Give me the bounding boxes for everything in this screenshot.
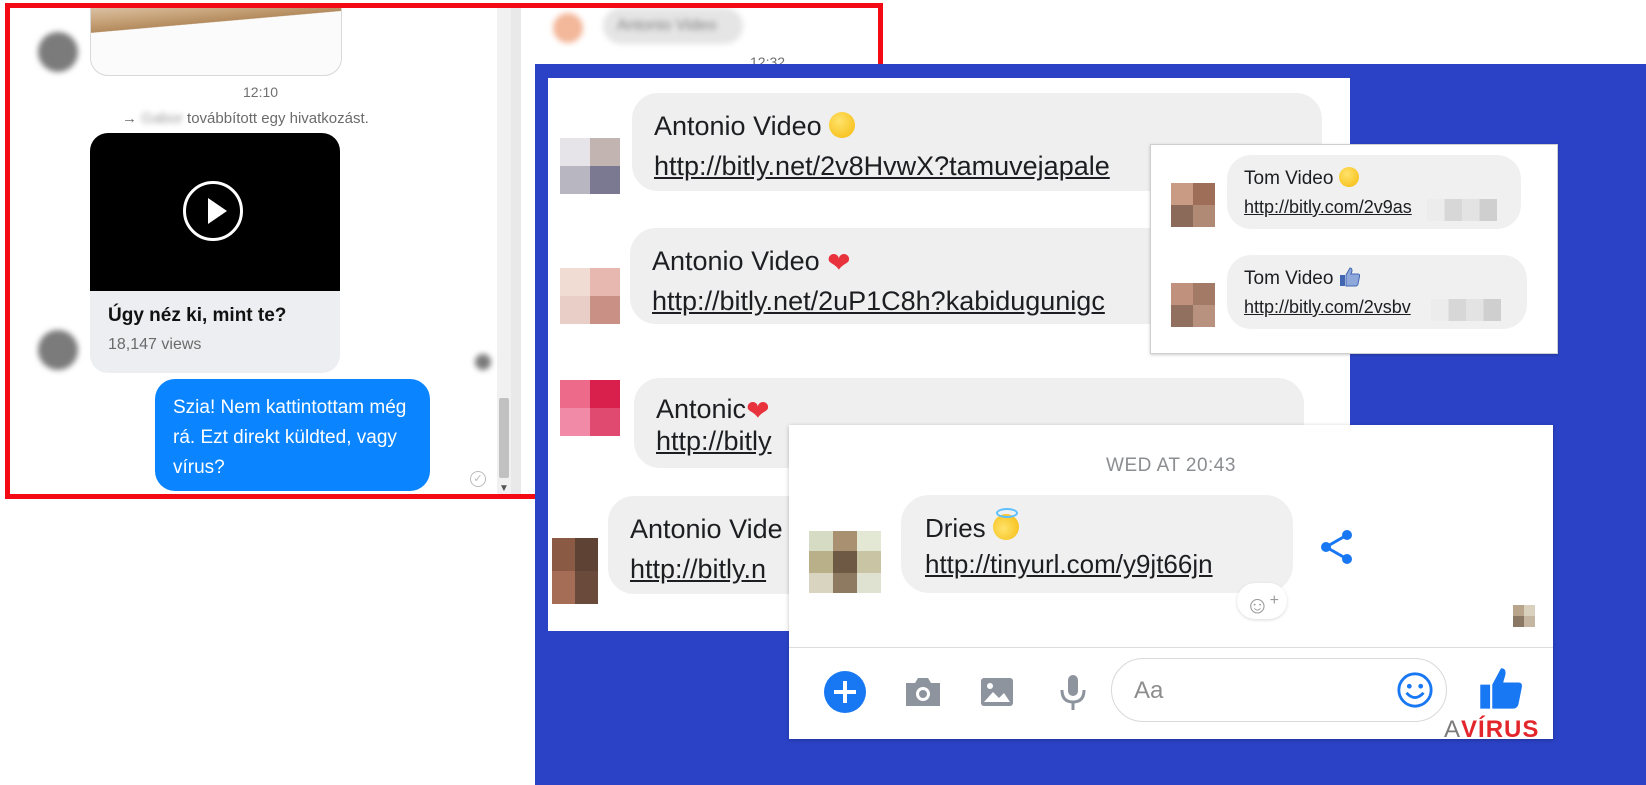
like-thumbs-up-icon[interactable] [1477,665,1525,713]
shared-image-card[interactable] [90,8,342,76]
message-link[interactable]: http://bitly.net/2uP1C8h?kabidugunigc [652,286,1105,317]
sender-avatar-1 [560,138,620,194]
video-views: 18,147 views [108,336,202,353]
smile-icon [829,112,856,138]
emoji-icon[interactable] [1396,671,1434,709]
censored-pixels [1431,299,1501,321]
tom-chat-panel: Tom Video http://bitly.com/2v9as Tom Vid… [1150,144,1558,354]
forward-arrow-icon: → [122,110,137,127]
camera-icon[interactable] [901,670,945,714]
plus-icon[interactable] [823,670,867,714]
contact-avatar-video [38,330,78,370]
tom-avatar-1 [1171,183,1215,227]
video-link-card[interactable]: Úgy néz ki, mint te? 18,147 views [90,133,340,373]
image-icon[interactable] [975,670,1019,714]
message-link[interactable]: http://tinyurl.com/y9jt66jn [925,549,1213,580]
scrollbar[interactable]: ▼ [497,8,511,494]
sender-avatar-4 [552,538,598,604]
sender-name: Dries [925,513,986,543]
right-pane-avatar [553,13,583,43]
scrollbar-thumb[interactable] [499,398,509,478]
message-link[interactable]: http://bitly.com/2v9as [1244,197,1412,218]
message-input-field[interactable] [1132,673,1376,709]
smile-icon [1338,167,1359,187]
tom-avatar-2 [1171,283,1215,327]
right-pane-blurred-message: Antonio Video [603,8,743,44]
video-title: Úgy néz ki, mint te? [108,305,287,326]
sender-name: Antonio Video [652,246,820,276]
avirus-watermark-logo: AVÍRUS [1444,716,1540,743]
sender-name: Tom Video [1244,168,1334,189]
outgoing-message: Szia! Nem kattintottam még rá. Ezt direk… [155,379,430,491]
composer-divider [789,647,1553,648]
message-link[interactable]: http://bitly.n [630,554,766,585]
message-link[interactable]: http://bitly [656,426,772,457]
wood-image [91,8,341,39]
delivered-check-icon: ✓ [470,471,486,487]
heart-icon: ❤ [746,395,770,426]
message-input[interactable] [1111,658,1447,722]
forward-notice: → Gabor továbbított egy hivatkozást. [122,110,369,127]
message-link[interactable]: http://bitly.net/2v8HvwX?tamuvejapale [654,151,1110,182]
seen-avatar [475,354,491,370]
heart-icon: ❤ [827,247,851,278]
forward-text: továbbított egy hivatkozást. [187,110,369,127]
dries-chat-panel: WED AT 20:43 Dries http://tinyurl.com/y9… [789,425,1553,739]
tom-message-bubble-2[interactable]: Tom Video http://bitly.com/2vsbv [1227,255,1527,329]
add-reaction-icon[interactable]: ☺+ [1237,583,1287,619]
sender-name: Tom Video [1244,268,1334,289]
contact-avatar-top [38,32,78,72]
date-separator: WED AT 20:43 [1106,455,1236,476]
dries-message-bubble[interactable]: Dries http://tinyurl.com/y9jt66jn [901,495,1293,593]
censored-pixels [1427,199,1497,221]
sender-name: Antonic [656,394,747,424]
timestamp: 12:10 [243,84,279,100]
play-icon[interactable] [183,181,243,241]
pane-divider [511,8,521,494]
microphone-icon[interactable] [1051,670,1095,714]
scroll-down-arrow-icon[interactable]: ▼ [499,483,509,494]
message-link[interactable]: http://bitly.com/2vsbv [1244,297,1411,318]
sender-name: Antonio Video [654,111,822,141]
tom-message-bubble-1[interactable]: Tom Video http://bitly.com/2v9as [1227,155,1521,229]
halo-smile-icon [992,508,1019,540]
dries-avatar [809,531,881,593]
forward-sender-name: Gabor [141,110,183,127]
share-icon[interactable] [1317,527,1357,567]
sender-name: Antonio Vide [630,514,783,544]
seen-avatar [1513,605,1535,627]
thumbs-up-icon [1339,267,1360,287]
sender-avatar-3 [560,380,620,436]
sender-avatar-2 [560,268,620,324]
